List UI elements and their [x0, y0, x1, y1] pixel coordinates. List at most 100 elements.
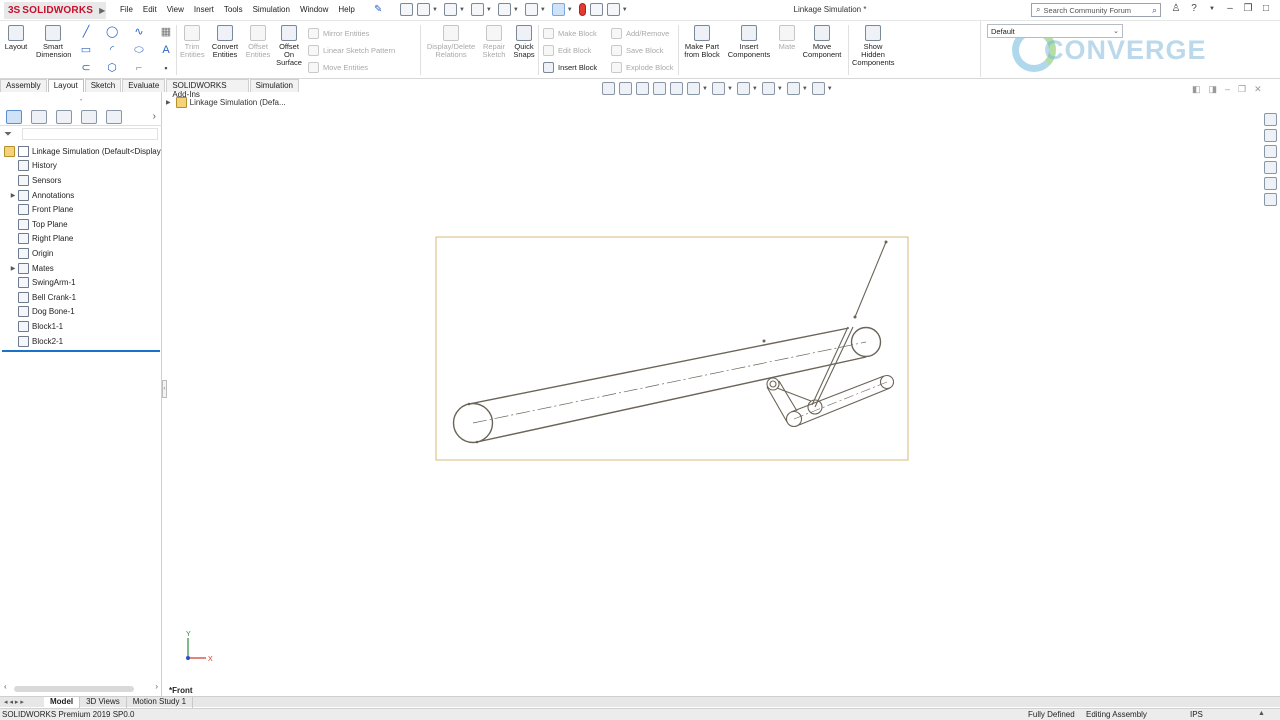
slot-icon[interactable]: ⊂ [80, 62, 92, 74]
appearances-icon[interactable] [1264, 177, 1277, 190]
tree-item-mates[interactable]: ▶ Mates [0, 261, 162, 276]
tree-item-bell-crank-1[interactable]: Bell Crank-1 [0, 290, 162, 305]
chevron-down-icon[interactable]: ▼ [802, 86, 808, 92]
ellipse-icon[interactable]: ⬭ [133, 44, 145, 56]
insert-block-button[interactable]: Insert Block [543, 62, 597, 73]
expand-arrow-icon[interactable]: ▶ [8, 265, 18, 272]
tree-item-block2-1[interactable]: Block2-1 [0, 334, 162, 349]
chevron-down-icon[interactable]: ▼ [827, 86, 833, 92]
move-component-button[interactable]: Move Component [800, 25, 844, 59]
offset-entities-button[interactable]: Offset Entities [244, 25, 272, 59]
display-manager-tab-icon[interactable] [106, 109, 122, 124]
show-hidden-components-button[interactable]: Show Hidden Components [852, 25, 895, 67]
mirror-entities-button[interactable]: Mirror Entities [308, 28, 369, 39]
view-settings-icon[interactable] [811, 82, 825, 95]
hide-show-items-icon[interactable] [736, 82, 750, 95]
tree-item-dog-bone-1[interactable]: Dog Bone-1 [0, 305, 162, 320]
panel-grip-icon[interactable]: • [0, 98, 162, 104]
viewport-restore-icon[interactable]: ❐ [1238, 84, 1246, 95]
scrollbar-thumb[interactable] [14, 686, 134, 692]
spline-icon[interactable]: ∿ [133, 26, 145, 38]
viewport-minimize-icon[interactable]: – [1225, 84, 1230, 95]
tab-evaluate[interactable]: Evaluate [122, 79, 166, 92]
chevron-right-icon[interactable]: ▶ [166, 99, 171, 106]
scroll-left-icon[interactable]: ‹ [4, 682, 7, 691]
zoom-to-area-icon[interactable] [619, 82, 632, 95]
insert-components-button[interactable]: Insert Components [726, 25, 772, 59]
configuration-manager-tab-icon[interactable] [56, 109, 72, 124]
tree-item-annotations[interactable]: ▶ Annotations [0, 188, 162, 203]
tab-layout[interactable]: Layout [47, 79, 84, 92]
mate-button[interactable]: Mate [776, 25, 798, 51]
tree-item-right-plane[interactable]: Right Plane [0, 232, 162, 247]
bottom-tab-model[interactable]: Model [44, 696, 81, 708]
text-icon[interactable]: A [160, 44, 172, 56]
tree-item-front-plane[interactable]: Front Plane [0, 202, 162, 217]
explode-block-button[interactable]: Explode Block [611, 62, 674, 73]
viewport-close-icon[interactable]: ✕ [1254, 84, 1262, 95]
edit-block-button[interactable]: Edit Block [543, 45, 591, 56]
linear-sketch-pattern-button[interactable]: Linear Sketch Pattern [308, 45, 395, 56]
line-icon[interactable]: ╱ [80, 26, 92, 38]
fillet-icon[interactable]: ⌐ [133, 62, 145, 74]
tree-item-history[interactable]: History [0, 159, 162, 174]
tab-solidworks-add-ins[interactable]: SOLIDWORKS Add-Ins [166, 79, 249, 99]
tree-root-assembly[interactable]: Linkage Simulation (Default<Display [0, 144, 162, 159]
smart-dimension-button[interactable]: Smart Dimension [36, 25, 71, 59]
filter-icon[interactable]: ⏷ [4, 129, 12, 140]
design-library-icon[interactable] [1264, 129, 1277, 142]
zoom-to-fit-icon[interactable] [602, 82, 615, 95]
quick-snaps-button[interactable]: Quick Snaps [512, 25, 536, 59]
dog-bone-sketch[interactable] [811, 241, 887, 408]
graphics-canvas[interactable] [0, 0, 1280, 720]
previous-view-icon[interactable] [636, 82, 649, 95]
display-delete-relations-button[interactable]: Display/Delete Relations [424, 25, 478, 59]
section-view-icon[interactable] [653, 82, 666, 95]
polygon-icon[interactable]: ⬡ [106, 62, 118, 74]
feature-tree-tab-icon[interactable] [6, 109, 22, 124]
configuration-dropdown[interactable]: Default ⌄ [987, 24, 1123, 38]
dimxpert-tab-icon[interactable] [81, 109, 97, 124]
expand-arrow-icon[interactable]: ▶ [8, 192, 18, 199]
tree-item-sensors[interactable]: Sensors [0, 173, 162, 188]
chevron-down-icon[interactable]: ▼ [702, 86, 708, 92]
file-explorer-icon[interactable] [1264, 145, 1277, 158]
arc-icon[interactable]: ◜ [106, 44, 118, 56]
status-units[interactable]: IPS [1190, 710, 1203, 719]
swing-arm-sketch[interactable] [452, 326, 882, 444]
make-block-button[interactable]: Make Block [543, 28, 597, 39]
property-manager-tab-icon[interactable] [31, 109, 47, 124]
rectangle-icon[interactable]: ▭ [80, 44, 92, 56]
offset-on-surface-button[interactable]: Offset On Surface [276, 25, 302, 67]
chevron-right-icon[interactable]: › [153, 111, 156, 122]
tree-item-top-plane[interactable]: Top Plane [0, 217, 162, 232]
bottom-tab-3d-views[interactable]: 3D Views [80, 696, 127, 708]
tab-assembly[interactable]: Assembly [0, 79, 47, 92]
restore-icon[interactable]: ❐ [1242, 3, 1254, 14]
view-palette-icon[interactable] [1264, 161, 1277, 174]
view-orientation-icon[interactable] [687, 82, 700, 95]
panel-collapse-handle[interactable]: ‹ [162, 380, 167, 398]
help-icon[interactable]: ? [1188, 3, 1200, 14]
bottom-tab-motion-study-1[interactable]: Motion Study 1 [127, 696, 194, 708]
bell-crank-sketch[interactable] [766, 374, 895, 428]
tree-item-block1-1[interactable]: Block1-1 [0, 319, 162, 334]
filter-input[interactable] [22, 128, 158, 140]
chevron-up-icon[interactable]: ▲ [1258, 710, 1265, 717]
maximize-icon[interactable]: □ [1260, 3, 1272, 14]
point-icon[interactable]: ▪ [160, 62, 172, 74]
dynamic-annotation-icon[interactable] [670, 82, 683, 95]
tab-simulation[interactable]: Simulation [249, 79, 299, 92]
solidworks-resources-icon[interactable] [1264, 113, 1277, 126]
trim-entities-button[interactable]: Trim Entities [180, 25, 205, 59]
breadcrumb[interactable]: ▶ Linkage Simulation (Defa... [166, 97, 286, 108]
scroll-right-icon[interactable]: › [155, 682, 158, 691]
tab-sketch[interactable]: Sketch [84, 79, 122, 92]
search-go-icon[interactable]: ⌕ [1152, 5, 1157, 16]
chevron-down-icon[interactable]: ▼ [752, 86, 758, 92]
move-entities-button[interactable]: Move Entities [308, 62, 368, 73]
add-remove-button[interactable]: Add/Remove [611, 28, 669, 39]
save-block-button[interactable]: Save Block [611, 45, 664, 56]
repair-sketch-button[interactable]: Repair Sketch [480, 25, 508, 59]
circle-icon[interactable]: ◯ [106, 26, 118, 38]
